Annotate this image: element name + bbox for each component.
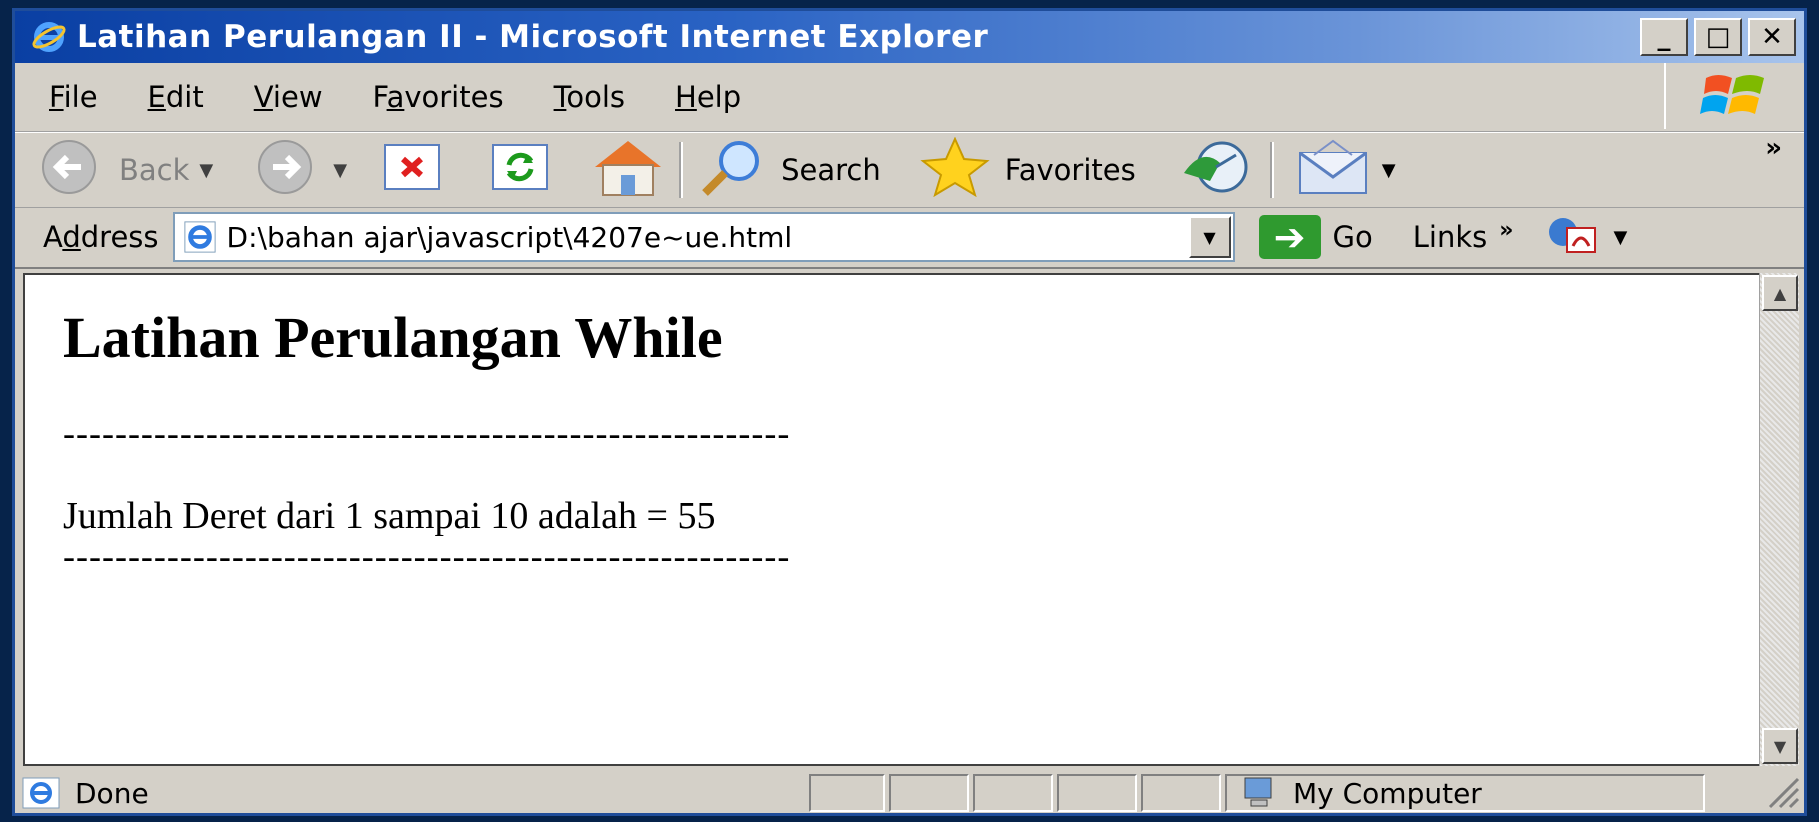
go-arrow-icon: ➔: [1258, 215, 1321, 259]
resize-grip-icon[interactable]: [1764, 773, 1800, 813]
status-pane: [973, 774, 1053, 812]
standard-toolbar: Back ▼ ▼ Search Favorites ▼ »: [15, 132, 1804, 208]
links-button[interactable]: Links »: [1412, 217, 1514, 255]
search-button[interactable]: Search: [693, 135, 881, 205]
menu-favorites[interactable]: Favorites: [373, 80, 504, 114]
messenger-icon: [1543, 212, 1603, 262]
messenger-dropdown-icon[interactable]: ▼: [1613, 227, 1627, 248]
address-label: Address: [43, 220, 159, 254]
browser-window: Latihan Perulangan II - Microsoft Intern…: [12, 8, 1807, 816]
address-url: D:\bahan ajar\javascript\4207e~ue.html: [226, 220, 793, 254]
page-heading: Latihan Perulangan While: [63, 305, 723, 370]
caption-buttons: _ □ ✕: [1640, 18, 1796, 56]
title-bar[interactable]: Latihan Perulangan II - Microsoft Intern…: [15, 11, 1804, 63]
menu-edit[interactable]: Edit: [148, 80, 204, 114]
status-pane: [1057, 774, 1137, 812]
address-label-accel: d: [62, 220, 81, 254]
back-arrow-icon: [31, 139, 107, 202]
zone-text: My Computer: [1293, 776, 1482, 810]
go-button[interactable]: ➔ Go: [1258, 215, 1373, 259]
minimize-button[interactable]: _: [1640, 18, 1688, 56]
window-title: Latihan Perulangan II - Microsoft Intern…: [77, 19, 989, 55]
stop-button[interactable]: [381, 135, 445, 205]
separator-line-2: ----------------------------------------…: [63, 536, 791, 576]
favorites-button[interactable]: Favorites: [917, 135, 1136, 205]
page-status-icon: [21, 776, 61, 810]
status-main-pane: Done: [15, 774, 805, 812]
close-button[interactable]: ✕: [1748, 18, 1796, 56]
result-text: Jumlah Deret dari 1 sampai 10 adalah = 5…: [63, 495, 716, 537]
menu-help-label: elp: [696, 80, 742, 114]
maximize-button[interactable]: □: [1694, 18, 1742, 56]
address-label-pre: A: [43, 220, 63, 254]
back-button[interactable]: Back ▼: [31, 135, 213, 205]
menu-view-label: iew: [272, 80, 323, 114]
links-label: Links: [1412, 220, 1488, 254]
menu-edit-label: dit: [165, 80, 204, 114]
menu-tools-accel: T: [553, 80, 567, 114]
computer-icon: [1239, 776, 1279, 810]
search-label: Search: [781, 153, 881, 187]
forward-arrow-icon: [247, 139, 323, 202]
status-zone-pane: My Computer: [1225, 774, 1705, 812]
separator-line: ----------------------------------------…: [63, 413, 791, 453]
toolbar-separator-2: [1269, 142, 1274, 198]
close-icon: ✕: [1761, 22, 1783, 52]
status-bar: Done My Computer: [15, 771, 1804, 813]
messenger-button[interactable]: ▼: [1543, 212, 1627, 262]
status-text: Done: [75, 776, 149, 810]
toolbar-more-chevron-icon[interactable]: »: [1765, 133, 1782, 163]
status-pane: [809, 774, 885, 812]
favorites-label: Favorites: [1004, 153, 1136, 187]
menu-favorites-accel: a: [386, 80, 405, 114]
menu-favorites-pre: F: [372, 80, 387, 114]
menu-bar: File Edit View Favorites Tools Help: [15, 63, 1804, 132]
go-label: Go: [1332, 220, 1373, 254]
mail-button[interactable]: ▼: [1294, 135, 1396, 205]
links-more-chevron-icon: »: [1499, 217, 1514, 243]
windows-logo-icon: [1664, 63, 1804, 129]
menu-help-accel: H: [675, 80, 697, 114]
forward-button[interactable]: ▼: [247, 135, 347, 205]
maximize-icon: □: [1705, 22, 1731, 52]
address-input[interactable]: D:\bahan ajar\javascript\4207e~ue.html ▼: [172, 212, 1235, 262]
mail-icon: [1294, 137, 1372, 204]
home-button[interactable]: [587, 135, 669, 205]
menu-file-accel: F: [49, 80, 64, 114]
back-dropdown-icon[interactable]: ▼: [199, 160, 213, 181]
home-icon: [587, 137, 669, 204]
star-icon: [917, 136, 993, 204]
menu-edit-accel: E: [147, 80, 166, 114]
menu-tools-label: ools: [566, 80, 626, 114]
minimize-icon: _: [1657, 22, 1671, 52]
back-label: Back: [119, 153, 190, 187]
page-content: Latihan Perulangan While ---------------…: [23, 273, 1763, 766]
ie-logo-icon: [29, 17, 69, 57]
refresh-button[interactable]: [489, 135, 553, 205]
scroll-down-icon[interactable]: ▼: [1762, 728, 1798, 764]
media-button[interactable]: [1180, 135, 1260, 205]
mail-dropdown-icon[interactable]: ▼: [1382, 160, 1396, 181]
status-pane: [1141, 774, 1221, 812]
menu-tools[interactable]: Tools: [554, 80, 625, 114]
menu-file[interactable]: File: [49, 80, 98, 114]
address-label-rest: dress: [80, 220, 159, 254]
menu-file-label: ile: [63, 80, 98, 114]
scroll-up-icon[interactable]: ▲: [1762, 275, 1798, 311]
media-icon: [1180, 137, 1260, 204]
menu-view-accel: V: [253, 80, 273, 114]
address-bar: Address D:\bahan ajar\javascript\4207e~u…: [15, 207, 1804, 269]
toolbar-separator: [679, 142, 684, 198]
stop-icon: [381, 139, 445, 202]
menu-view[interactable]: View: [254, 80, 323, 114]
status-pane: [889, 774, 969, 812]
address-dropdown-icon[interactable]: ▼: [1188, 216, 1231, 258]
forward-dropdown-icon[interactable]: ▼: [333, 160, 347, 181]
search-icon: [693, 137, 769, 204]
menu-favorites-label: vorites: [404, 80, 504, 114]
vertical-scrollbar[interactable]: ▲ ▼: [1759, 273, 1799, 766]
page-ie-icon: [183, 220, 217, 254]
menu-help[interactable]: Help: [675, 80, 741, 114]
refresh-icon: [489, 139, 553, 202]
